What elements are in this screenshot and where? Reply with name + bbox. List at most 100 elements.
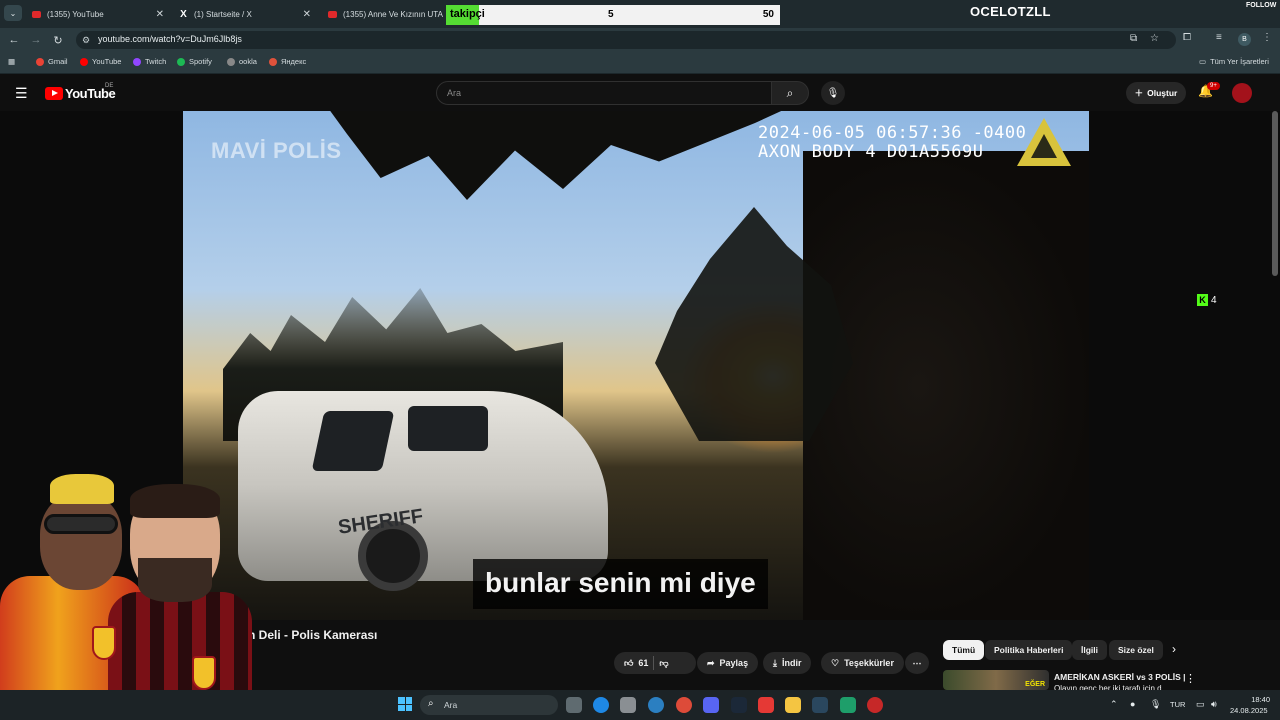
region-code: DE	[105, 83, 114, 89]
steam-icon[interactable]	[812, 697, 828, 713]
like-dislike-group: 👍︎ 61 👎︎	[614, 652, 696, 674]
like-count: 61	[638, 658, 649, 668]
chip-politics[interactable]: Politika Haberleri	[985, 640, 1073, 660]
bookmark-youtube[interactable]: YouTube	[80, 57, 121, 66]
app-icon[interactable]	[840, 697, 856, 713]
network-icon[interactable]: ▭	[1196, 699, 1205, 710]
edge-icon[interactable]	[593, 697, 609, 713]
follow-label: FOLLOW	[1246, 2, 1277, 9]
search-button[interactable]: ⌕	[771, 81, 809, 105]
recommendation-menu-icon[interactable]: ⋮	[1185, 672, 1196, 685]
bookmark-label: Gmail	[48, 57, 68, 66]
windows-start-icon[interactable]	[398, 697, 412, 711]
microphone-icon: 🎙	[826, 87, 840, 99]
task-view-icon[interactable]	[566, 697, 582, 713]
youtube-logo-icon[interactable]	[45, 87, 63, 100]
account-avatar[interactable]	[1232, 83, 1252, 103]
back-icon[interactable]: ←	[6, 32, 22, 48]
recommendation-title[interactable]: AMERİKAN ASKERİ vs 3 POLİS |	[1054, 672, 1185, 682]
chip-related[interactable]: İlgili	[1072, 640, 1107, 660]
tray-app-icon[interactable]: ●	[1130, 699, 1135, 709]
steam-icon[interactable]	[731, 697, 747, 713]
microphone-icon[interactable]: 🎙	[1150, 699, 1161, 710]
share-button[interactable]: ➦ Paylaş	[697, 652, 759, 674]
forward-icon[interactable]: →	[28, 32, 44, 48]
install-app-icon[interactable]: ⧉	[1130, 33, 1137, 44]
youtube-music-icon[interactable]	[758, 697, 774, 713]
apps-grid-icon[interactable]: ▦	[8, 57, 15, 66]
more-icon: ⋯	[912, 657, 922, 668]
video-title: n Deli - Polis Kamerası	[248, 628, 378, 642]
browser-tab-active[interactable]: (1355) Anne Ve Kızının UTANÇ	[322, 4, 446, 24]
address-bar[interactable]: ⚙ youtube.com/watch?v=DuJm6Jlb8js ⧉ ☆	[76, 31, 1176, 49]
chevron-right-icon[interactable]: ›	[1172, 642, 1176, 656]
thumbnail-text: EĞER	[1025, 681, 1045, 688]
bodycam-timestamp: 2024-06-05 06:57:36 -0400	[758, 123, 1027, 143]
bookmark-spotify[interactable]: Spotify	[177, 57, 212, 66]
close-tab-icon[interactable]: ✕	[303, 9, 311, 20]
reload-icon[interactable]: ↻	[50, 32, 66, 48]
divider	[653, 656, 655, 670]
follower-goal-target: 50	[762, 9, 774, 20]
profile-avatar[interactable]: B	[1238, 33, 1251, 46]
file-explorer-icon[interactable]	[785, 697, 801, 713]
page-scrollbar[interactable]	[1272, 111, 1278, 276]
search-icon: ⌕	[428, 698, 434, 709]
extensions-icon[interactable]: ⧠	[1183, 32, 1191, 43]
search-input[interactable]: Ara	[436, 81, 772, 105]
browser-menu-icon[interactable]: ⋮	[1262, 32, 1272, 43]
avatar-glasses	[44, 514, 118, 534]
bookmark-label: ookla	[239, 57, 257, 66]
bookmark-gmail[interactable]: Gmail	[36, 57, 68, 66]
youtube-header: ☰ YouTube DE Ara ⌕ 🎙 ＋ Oluştur 🔔 9+	[0, 75, 1280, 111]
recommendation-thumbnail[interactable]: EĞER	[943, 670, 1049, 690]
bodycam-device-id: AXON BODY 4 D01A5569U	[758, 142, 984, 162]
dislike-button[interactable]: 👎︎	[659, 658, 668, 669]
site-info-icon[interactable]: ⚙	[82, 35, 90, 46]
bookmark-star-icon[interactable]: ☆	[1150, 33, 1159, 44]
browser-tab[interactable]: X (1) Startseite / X ✕	[173, 4, 317, 24]
thanks-label: Teşekkürler	[844, 658, 894, 668]
close-tab-icon[interactable]: ✕	[156, 9, 164, 20]
bookmark-twitch[interactable]: Twitch	[133, 57, 166, 66]
download-button[interactable]: ⤓ İndir	[763, 652, 812, 674]
tab-title: (1355) Anne Ve Kızının UTANÇ	[343, 9, 443, 19]
bookmark-ookla[interactable]: ookla	[227, 57, 257, 66]
chrome-icon[interactable]	[867, 697, 883, 713]
chip-all[interactable]: Tümü	[943, 640, 985, 660]
more-actions-button[interactable]: ⋯	[905, 652, 929, 674]
chevron-up-icon[interactable]: ⌃	[1110, 699, 1118, 710]
menu-icon[interactable]: ☰	[15, 85, 28, 102]
video-player[interactable]: SHERIFF MAVİ POLİS 2024-06-05 06:57:36 -…	[183, 111, 1089, 620]
volume-icon[interactable]: 🔊︎	[1211, 699, 1217, 710]
streamer-avatar-overlay	[0, 466, 252, 720]
taskbar-search[interactable]: ⌕ Ara	[420, 695, 558, 715]
discord-icon[interactable]	[703, 697, 719, 713]
input-language[interactable]: TUR	[1170, 700, 1185, 709]
x-icon: X	[180, 8, 187, 20]
chrome-icon[interactable]	[676, 697, 692, 713]
share-label: Paylaş	[719, 658, 749, 668]
clock-date[interactable]: 24.08.2025	[1230, 706, 1268, 715]
follower-goal-current: 5	[608, 9, 614, 20]
twitch-icon	[133, 57, 141, 66]
browser-tab[interactable]: (1355) YouTube ✕	[26, 4, 170, 24]
chip-for-you[interactable]: Size özel	[1109, 640, 1163, 660]
app-icon[interactable]	[648, 697, 664, 713]
video-scene-car: SHERIFF	[238, 361, 608, 591]
all-bookmarks[interactable]: ▭ Tüm Yer İşaretleri	[1199, 57, 1269, 66]
gmail-icon	[36, 57, 44, 66]
clock-time[interactable]: 18:40	[1246, 695, 1270, 704]
voice-search-button[interactable]: 🎙	[821, 81, 845, 105]
media-control-icon[interactable]: ≡	[1216, 32, 1222, 43]
bookmark-label: Spotify	[189, 57, 212, 66]
youtube-icon	[32, 10, 41, 18]
create-button[interactable]: ＋ Oluştur	[1126, 82, 1186, 104]
windows-taskbar	[0, 690, 1280, 720]
bookmark-yandex[interactable]: Яндекс	[269, 57, 306, 66]
store-icon[interactable]	[620, 697, 636, 713]
bookmark-label: Tüm Yer İşaretleri	[1210, 57, 1269, 66]
tab-search-dropdown[interactable]: ⌄	[4, 5, 22, 21]
like-button[interactable]: 👍︎ 61	[624, 658, 648, 669]
thanks-button[interactable]: ♡ Teşekkürler	[821, 652, 904, 674]
